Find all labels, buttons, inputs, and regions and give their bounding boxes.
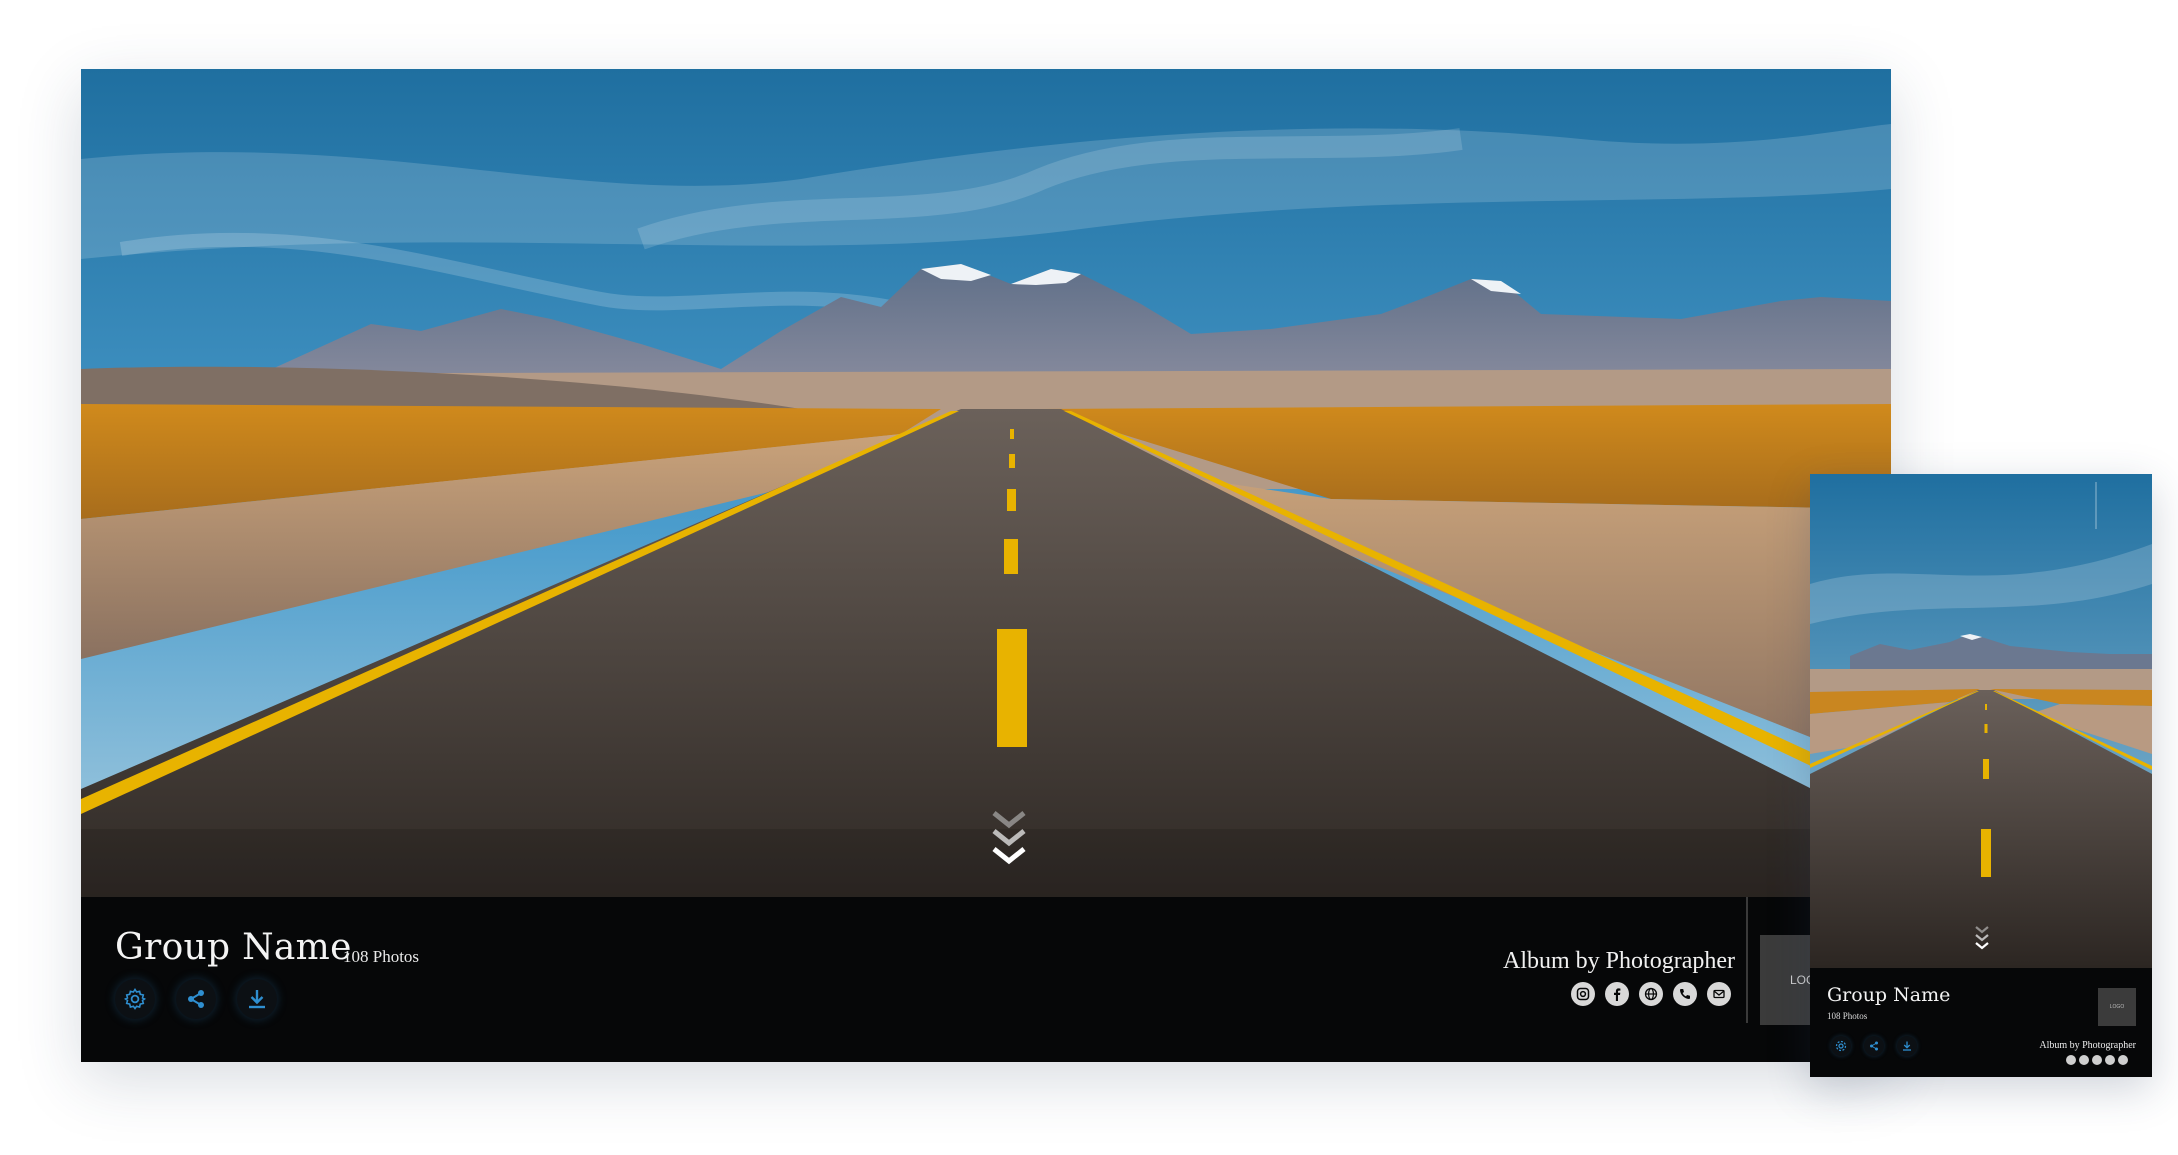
social-links bbox=[1571, 982, 1731, 1006]
share-button[interactable] bbox=[176, 979, 216, 1019]
mobile-gallery-preview: Group Name 108 Photos LOGO Album by Phot… bbox=[1810, 474, 2152, 1077]
instagram-icon[interactable] bbox=[1571, 982, 1595, 1006]
cover-photo bbox=[81, 69, 1891, 897]
facebook-icon[interactable] bbox=[2079, 1055, 2089, 1065]
settings-button[interactable] bbox=[115, 979, 155, 1019]
credit-divider bbox=[1746, 897, 1748, 1023]
settings-icon bbox=[123, 988, 147, 1010]
download-icon bbox=[249, 990, 265, 1009]
mobile-social-links bbox=[2066, 1055, 2128, 1065]
chevrons-down-icon[interactable] bbox=[986, 807, 1032, 869]
mobile-download-button[interactable] bbox=[1897, 1036, 1917, 1056]
mobile-group-name: Group Name bbox=[1827, 984, 1951, 1006]
mobile-settings-button[interactable] bbox=[1831, 1036, 1851, 1056]
photo-count: 108 Photos bbox=[343, 947, 420, 966]
group-name-title: Group Name bbox=[115, 927, 352, 968]
desktop-gallery-preview: Group Name 108 Photos Album by Photograp… bbox=[81, 69, 1891, 1062]
mobile-chevrons-down-icon[interactable] bbox=[1973, 924, 1991, 952]
mobile-photo-count: 108 Photos bbox=[1827, 1011, 1868, 1021]
email-icon[interactable] bbox=[1707, 982, 1731, 1006]
share-icon bbox=[1870, 1041, 1878, 1051]
action-buttons bbox=[115, 979, 277, 1019]
mobile-photographer-logo: LOGO bbox=[2098, 988, 2136, 1026]
share-icon bbox=[188, 990, 204, 1008]
phone-icon[interactable] bbox=[2105, 1055, 2115, 1065]
gallery-info-bar: Group Name 108 Photos Album by Photograp… bbox=[81, 897, 1891, 1062]
email-icon[interactable] bbox=[2118, 1055, 2128, 1065]
mobile-share-button[interactable] bbox=[1864, 1036, 1884, 1056]
settings-icon bbox=[1835, 1040, 1847, 1052]
mobile-info-bar: Group Name 108 Photos LOGO Album by Phot… bbox=[1810, 968, 2152, 1077]
instagram-icon[interactable] bbox=[2066, 1055, 2076, 1065]
facebook-icon[interactable] bbox=[1605, 982, 1629, 1006]
website-icon[interactable] bbox=[1639, 982, 1663, 1006]
website-icon[interactable] bbox=[2092, 1055, 2102, 1065]
download-button[interactable] bbox=[237, 979, 277, 1019]
mobile-action-buttons bbox=[1831, 1036, 1917, 1056]
phone-icon[interactable] bbox=[1673, 982, 1697, 1006]
mobile-cover-photo bbox=[1810, 474, 2152, 968]
album-credit: Album by Photographer bbox=[1503, 948, 1735, 974]
mobile-album-credit: Album by Photographer bbox=[2039, 1040, 2136, 1051]
download-icon bbox=[1903, 1041, 1911, 1051]
